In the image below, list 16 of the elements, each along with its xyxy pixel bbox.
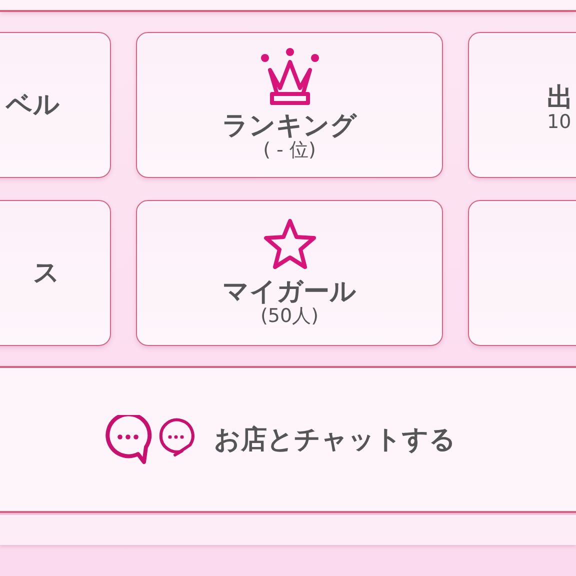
star-icon (262, 218, 318, 272)
tile-title: 出 (547, 84, 573, 112)
tile-title: マイガール (222, 278, 356, 306)
tile-title: ランキング (222, 112, 357, 140)
tile-subtitle: (50人) (260, 306, 318, 328)
crown-icon (260, 48, 320, 106)
tile-subtitle: 10 (547, 112, 572, 134)
menu-tile[interactable]: 出 10 (468, 32, 576, 178)
menu-tile[interactable]: ランキング ( - 位) (136, 32, 443, 178)
chat-button[interactable]: お店とチャットする (0, 366, 576, 513)
tile-subtitle: ( - 位) (263, 140, 316, 162)
menu-tile[interactable]: マイガール (50人) (136, 200, 443, 346)
menu-tile[interactable]: ス (0, 200, 111, 346)
tile-title: ス (33, 258, 60, 288)
menu-tile[interactable]: ベル (0, 32, 111, 178)
tile-title: ベル (6, 90, 60, 120)
